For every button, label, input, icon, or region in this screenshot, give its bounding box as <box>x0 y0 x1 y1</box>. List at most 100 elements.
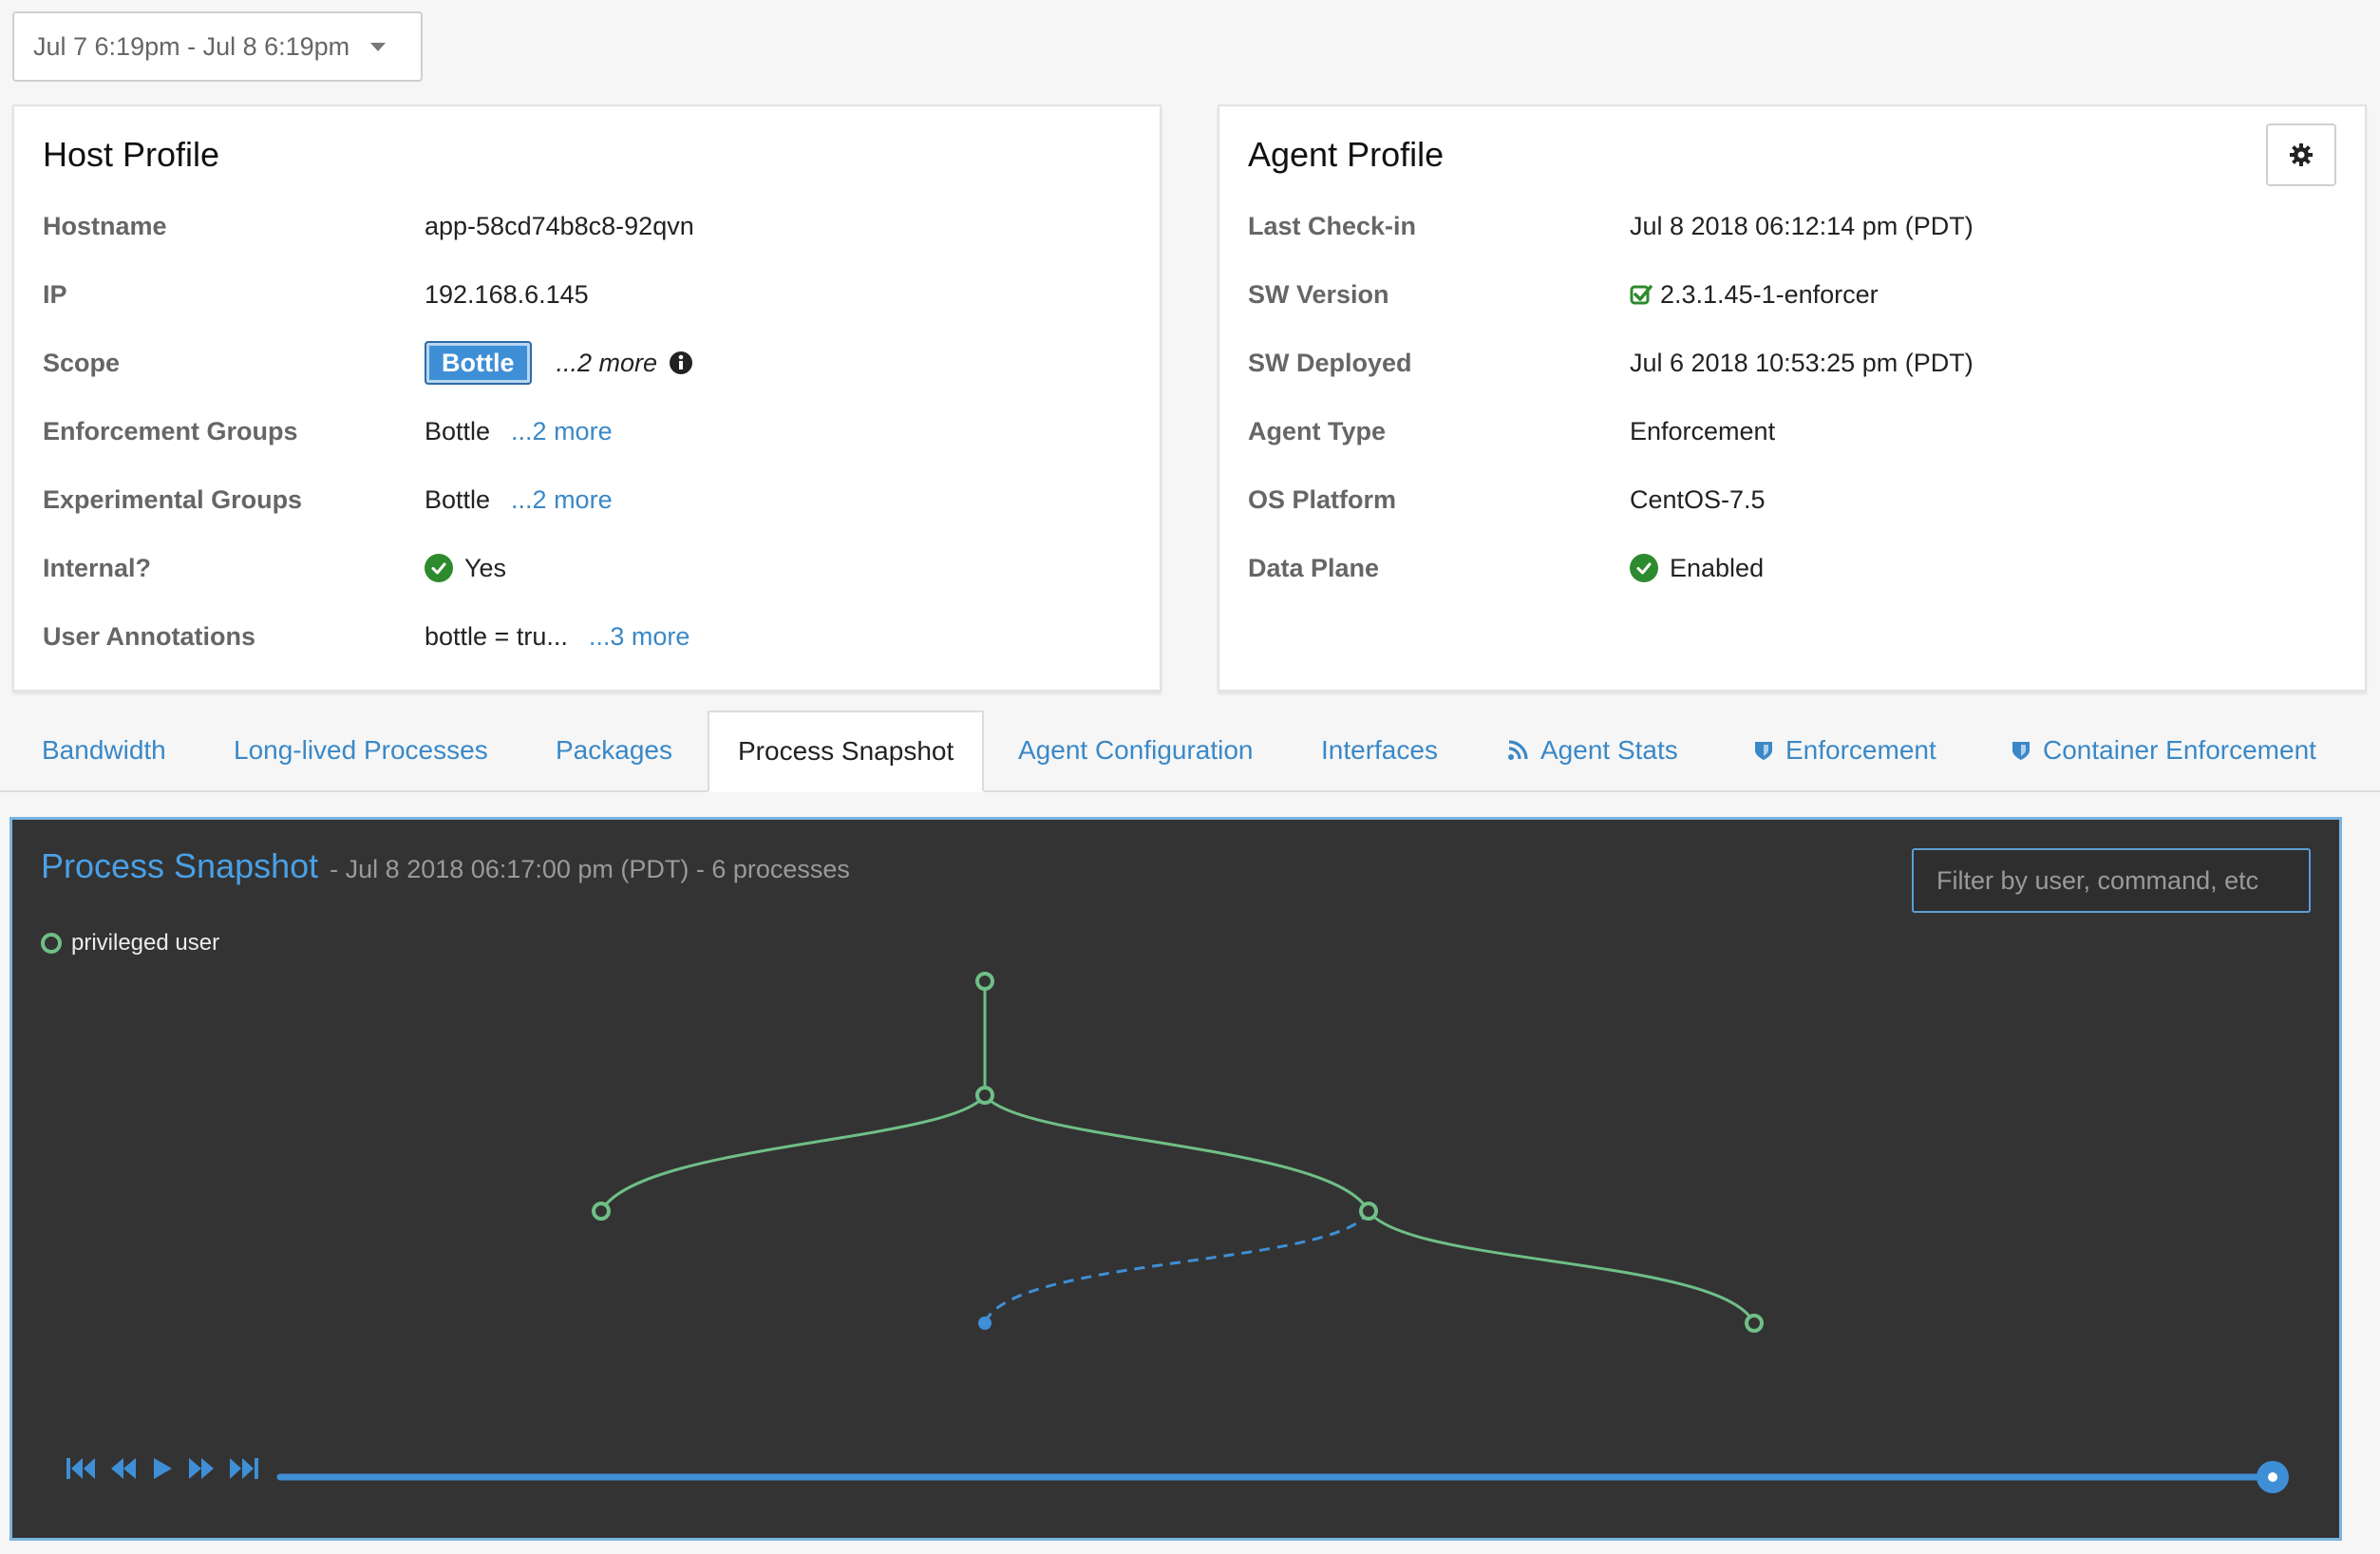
enforcement-groups-label: Enforcement Groups <box>43 416 298 445</box>
process-snapshot-panel: Process Snapshot - Jul 8 2018 06:17:00 p… <box>9 817 2342 1541</box>
tab-agent-configuration[interactable]: Agent Configuration <box>1018 711 1254 790</box>
play-icon[interactable] <box>151 1456 174 1481</box>
tab-long-lived-processes[interactable]: Long-lived Processes <box>234 711 488 790</box>
enforcement-groups-more-link[interactable]: ...2 more <box>511 417 613 446</box>
tab-enforcement-label: Enforcement <box>1785 735 1936 765</box>
tab-packages-label: Packages <box>556 735 672 765</box>
last-checkin-value: Jul 8 2018 06:12:14 pm (PDT) <box>1630 211 1974 240</box>
process-edge <box>1367 1210 1756 1324</box>
info-icon[interactable] <box>669 351 693 375</box>
internal-value: Yes <box>464 553 507 582</box>
agent-type-row: Agent Type Enforcement <box>1248 412 2340 450</box>
process-edge <box>599 1094 987 1212</box>
scope-bottle-button[interactable]: Bottle <box>425 341 532 385</box>
tab-container-enforcement[interactable]: Container Enforcement <box>2011 711 2316 790</box>
playback-controls <box>66 1456 259 1481</box>
caret-down-icon <box>370 42 387 51</box>
tab-agent-configuration-label: Agent Configuration <box>1018 735 1254 765</box>
date-range-dropdown[interactable]: Jul 7 6:19pm - Jul 8 6:19pm <box>12 11 423 82</box>
agent-profile-card: Agent Profile Last Check-in Jul 8 2018 0… <box>1218 104 2367 692</box>
sw-version-label: SW Version <box>1248 279 1389 309</box>
user-annotations-value: bottle = tru... <box>425 621 568 651</box>
sw-version-value: 2.3.1.45-1-enforcer <box>1660 279 1879 309</box>
user-annotations-label: User Annotations <box>43 621 256 651</box>
sw-version-row: SW Version 2.3.1.45-1-enforcer <box>1248 275 2340 313</box>
internal-value-group: Yes <box>425 554 506 583</box>
experimental-groups-row: Experimental Groups Bottle ...2 more <box>43 481 1135 519</box>
internal-label: Internal? <box>43 553 152 582</box>
tab-bar: Bandwidth Long-lived Processes Packages … <box>0 711 2380 792</box>
tab-agent-stats-label: Agent Stats <box>1540 735 1678 765</box>
tab-long-lived-processes-label: Long-lived Processes <box>234 735 488 765</box>
hostname-label: Hostname <box>43 211 167 240</box>
enforcement-groups-value-group: Bottle ...2 more <box>425 417 613 446</box>
check-circle-icon <box>1630 554 1658 582</box>
os-platform-value: CentOS-7.5 <box>1630 484 1766 514</box>
host-profile-card: Host Profile Hostname app-58cd74b8c8-92q… <box>12 104 1162 692</box>
agent-profile-title: Agent Profile <box>1248 135 1445 174</box>
tab-process-snapshot[interactable]: Process Snapshot <box>708 711 985 792</box>
settings-button[interactable] <box>2266 123 2336 186</box>
sw-deployed-label: SW Deployed <box>1248 348 1412 377</box>
data-plane-value: Enabled <box>1670 553 1765 582</box>
scope-value-group: Bottle ...2 more <box>425 341 693 385</box>
tab-interfaces[interactable]: Interfaces <box>1321 711 1438 790</box>
sw-deployed-value: Jul 6 2018 10:53:25 pm (PDT) <box>1630 348 1974 377</box>
hostname-value: app-58cd74b8c8-92qvn <box>425 211 694 240</box>
sw-version-value-group: 2.3.1.45-1-enforcer <box>1630 280 1879 310</box>
experimental-groups-value-group: Bottle ...2 more <box>425 485 613 515</box>
data-plane-label: Data Plane <box>1248 553 1380 582</box>
last-checkin-row: Last Check-in Jul 8 2018 06:12:14 pm (PD… <box>1248 207 2340 245</box>
enforcement-groups-value: Bottle <box>425 416 491 445</box>
agent-type-label: Agent Type <box>1248 416 1387 445</box>
process-tree <box>276 972 2289 1493</box>
scope-more-text: ...2 more <box>556 348 658 377</box>
experimental-groups-label: Experimental Groups <box>43 484 303 514</box>
tab-container-enforcement-label: Container Enforcement <box>2043 735 2316 765</box>
process-edge <box>983 1094 1370 1212</box>
ip-label: IP <box>43 279 67 309</box>
step-back-icon[interactable] <box>109 1456 138 1481</box>
sw-deployed-row: SW Deployed Jul 6 2018 10:53:25 pm (PDT) <box>1248 344 2340 382</box>
check-circle-icon <box>425 554 453 582</box>
process-node-privileged[interactable] <box>1359 1202 1378 1221</box>
ip-row: IP 192.168.6.145 <box>43 275 1135 313</box>
skip-to-start-icon[interactable] <box>66 1456 96 1481</box>
enforcement-groups-row: Enforcement Groups Bottle ...2 more <box>43 412 1135 450</box>
last-checkin-label: Last Check-in <box>1248 211 1417 240</box>
process-node-privileged[interactable] <box>592 1202 611 1221</box>
host-profile-title: Host Profile <box>43 135 220 174</box>
data-plane-row: Data Plane Enabled <box>1248 549 2340 587</box>
shield-icon <box>1755 742 1772 760</box>
tab-agent-stats[interactable]: Agent Stats <box>1506 711 1678 790</box>
tab-interfaces-label: Interfaces <box>1321 735 1438 765</box>
process-node-privileged[interactable] <box>975 1086 994 1105</box>
os-platform-label: OS Platform <box>1248 484 1397 514</box>
ip-value: 192.168.6.145 <box>425 279 589 309</box>
hostname-row: Hostname app-58cd74b8c8-92qvn <box>43 207 1135 245</box>
user-annotations-more-link[interactable]: ...3 more <box>589 622 690 652</box>
agent-type-value: Enforcement <box>1630 416 1776 445</box>
shield-icon <box>2012 742 2030 760</box>
tab-bandwidth-label: Bandwidth <box>42 735 166 765</box>
user-annotations-value-group: bottle = tru... ...3 more <box>425 622 689 652</box>
process-edge-dashed <box>983 1210 1370 1324</box>
step-forward-icon[interactable] <box>187 1456 216 1481</box>
tab-enforcement[interactable]: Enforcement <box>1753 711 1936 790</box>
tab-packages[interactable]: Packages <box>556 711 672 790</box>
tab-bandwidth[interactable]: Bandwidth <box>42 711 166 790</box>
process-node[interactable] <box>978 1317 992 1330</box>
scope-label: Scope <box>43 348 121 377</box>
user-annotations-row: User Annotations bottle = tru... ...3 mo… <box>43 617 1135 655</box>
date-range-label: Jul 7 6:19pm - Jul 8 6:19pm <box>33 31 350 61</box>
process-node-privileged[interactable] <box>1745 1314 1764 1333</box>
skip-to-end-icon[interactable] <box>229 1456 259 1481</box>
check-square-icon <box>1630 285 1653 305</box>
timeline-handle-center <box>2268 1472 2277 1482</box>
process-node-privileged[interactable] <box>975 972 994 991</box>
gear-icon <box>2290 143 2313 166</box>
experimental-groups-more-link[interactable]: ...2 more <box>511 485 613 515</box>
experimental-groups-value: Bottle <box>425 484 491 514</box>
rss-icon <box>1508 740 1528 760</box>
scope-row: Scope Bottle ...2 more <box>43 341 1135 385</box>
